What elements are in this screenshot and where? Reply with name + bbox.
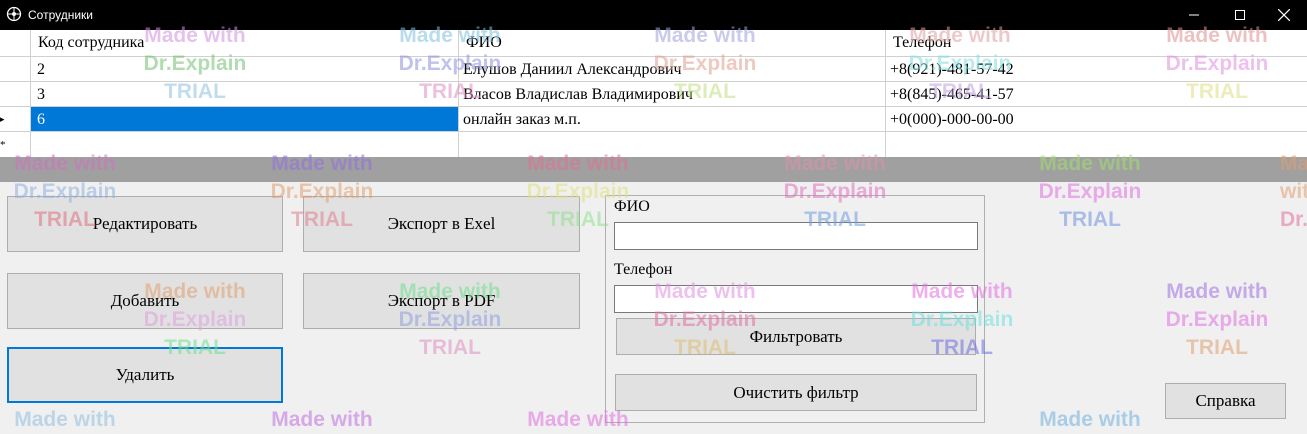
fio-filter-input[interactable]	[614, 222, 978, 250]
new-row-indicator: *	[0, 139, 6, 151]
maximize-icon	[1235, 10, 1245, 20]
current-row-indicator: ▸	[0, 114, 5, 124]
column-header-fio[interactable]: ФИО	[466, 34, 502, 52]
table-row-2-fio[interactable]: Власов Владислав Владимирович	[463, 86, 693, 104]
employees-grid[interactable]: Код сотрудника ФИО Телефон 2 Елушов Дани…	[0, 30, 1307, 158]
edit-button[interactable]: Редактировать	[7, 196, 283, 252]
table-row-1-id[interactable]: 2	[37, 61, 45, 79]
grid-bottom-band	[0, 157, 1307, 182]
table-row-3-phone[interactable]: +0(000)-000-00-00	[890, 111, 1014, 129]
table-row-1-phone[interactable]: +8(921)-481-57-42	[890, 61, 1014, 79]
maximize-button[interactable]	[1217, 0, 1263, 30]
minimize-icon	[1189, 14, 1199, 16]
table-row-3-fio[interactable]: онлайн заказ м.п.	[463, 111, 581, 129]
delete-button[interactable]: Удалить	[7, 347, 283, 403]
help-button[interactable]: Справка	[1165, 383, 1286, 419]
watermark: Made with	[271, 408, 373, 431]
table-row-2-id[interactable]: 3	[37, 86, 45, 104]
selected-cell[interactable]	[31, 107, 458, 131]
table-row-1-fio[interactable]: Елушов Даниил Александрович	[463, 61, 682, 79]
column-header-phone[interactable]: Телефон	[893, 34, 951, 52]
column-header-id[interactable]: Код сотрудника	[38, 34, 144, 52]
phone-filter-label: Телефон	[614, 261, 673, 278]
close-button[interactable]	[1261, 0, 1307, 30]
filter-button[interactable]: Фильтровать	[616, 318, 976, 355]
export-pdf-button[interactable]: Экспорт в PDF	[303, 273, 580, 329]
watermark: Made with Dr.Explain TRIAL	[1165, 280, 1269, 359]
title-bar: Сотрудники	[0, 0, 1307, 30]
app-icon	[6, 6, 22, 22]
minimize-button[interactable]	[1171, 0, 1217, 30]
watermark: Made with	[1039, 408, 1141, 431]
clear-filter-button[interactable]: Очистить фильтр	[615, 374, 977, 411]
table-row-2-phone[interactable]: +8(845)-465-41-57	[890, 86, 1014, 104]
window-title: Сотрудники	[28, 8, 93, 22]
watermark: Made with	[14, 408, 116, 431]
close-icon	[1278, 9, 1290, 21]
export-excel-button[interactable]: Экспорт в Exel	[303, 196, 580, 252]
table-row-3-id[interactable]: 6	[37, 111, 45, 129]
phone-filter-input[interactable]	[614, 285, 978, 313]
fio-filter-label: ФИО	[614, 198, 650, 215]
add-button[interactable]: Добавить	[7, 273, 283, 329]
